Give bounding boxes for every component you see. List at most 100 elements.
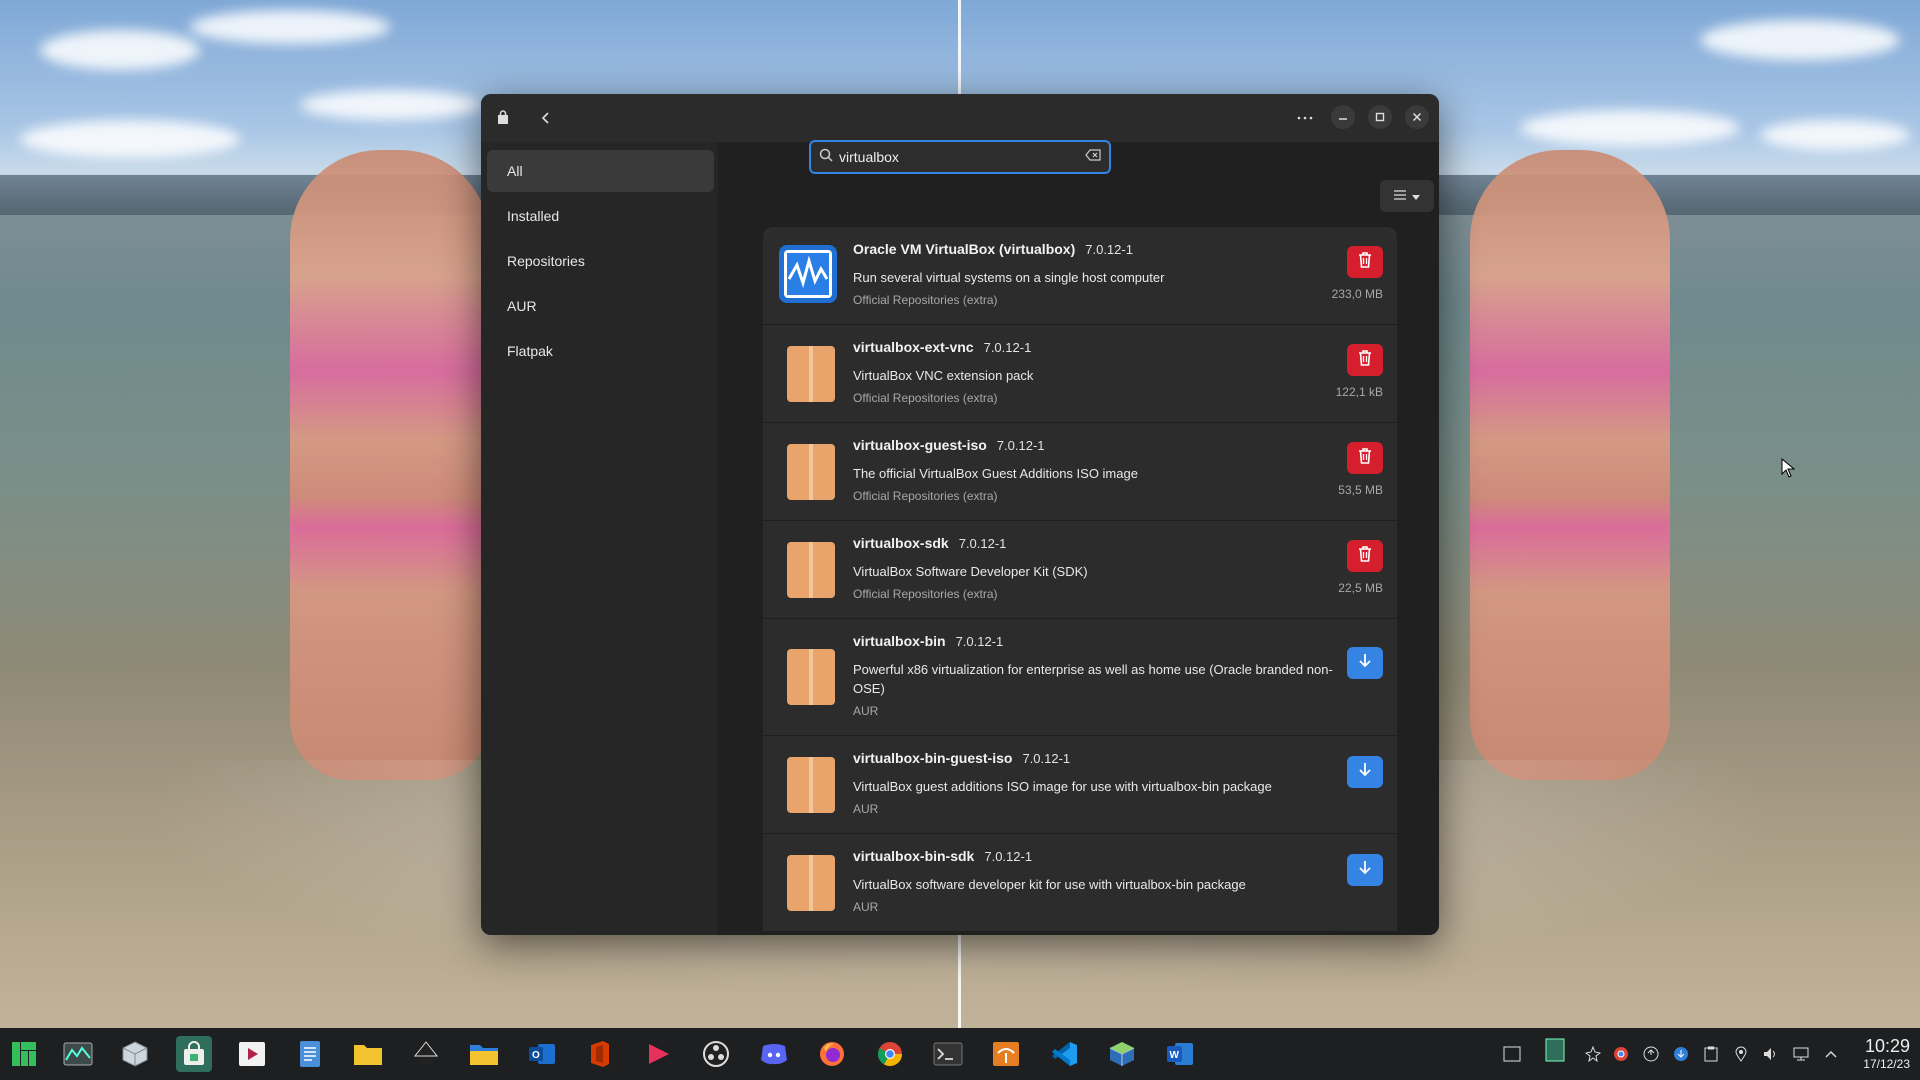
volume-icon[interactable] xyxy=(1761,1044,1781,1064)
search-field[interactable] xyxy=(809,140,1111,174)
titlebar xyxy=(481,94,1439,142)
install-button[interactable] xyxy=(1347,647,1383,679)
discord-icon[interactable] xyxy=(756,1036,792,1072)
files-icon[interactable] xyxy=(466,1036,502,1072)
download-icon xyxy=(1358,653,1372,674)
package-repo: Official Repositories (extra) xyxy=(853,293,998,307)
network-icon[interactable] xyxy=(1791,1044,1811,1064)
show-desktop-icon[interactable] xyxy=(1502,1044,1522,1064)
vpn-icon[interactable] xyxy=(1641,1044,1661,1064)
package-icon xyxy=(785,442,837,502)
text-editor-icon[interactable] xyxy=(292,1036,328,1072)
software-store-icon[interactable] xyxy=(176,1036,212,1072)
package-size: 233,0 MB xyxy=(1331,287,1383,301)
remove-button[interactable] xyxy=(1347,540,1383,572)
package-description: Powerful x86 virtualization for enterpri… xyxy=(853,662,1333,696)
search-input[interactable] xyxy=(839,149,1085,165)
package-version: 7.0.12-1 xyxy=(1085,242,1133,257)
office-icon[interactable] xyxy=(582,1036,618,1072)
trash-icon xyxy=(1358,349,1372,371)
sidebar-item-flatpak[interactable]: Flatpak xyxy=(487,330,714,372)
package-icon[interactable] xyxy=(117,1036,153,1072)
notification-icon[interactable] xyxy=(1583,1044,1603,1064)
remove-button[interactable] xyxy=(1347,344,1383,376)
chrome-tray-icon[interactable] xyxy=(1611,1044,1631,1064)
package-version: 7.0.12-1 xyxy=(983,340,1032,355)
taskbar: O W 10:29 17/12/23 xyxy=(0,1028,1920,1080)
package-description: The official VirtualBox Guest Additions … xyxy=(853,466,1138,481)
list-item[interactable]: virtualbox-ext-vnc 7.0.12-1 VirtualBox VN… xyxy=(763,325,1397,423)
remove-button[interactable] xyxy=(1347,246,1383,278)
package-name: virtualbox-guest-iso 7.0.12-1 xyxy=(853,437,1045,453)
sidebar-item-aur[interactable]: AUR xyxy=(487,285,714,327)
package-repo: Official Repositories (extra) xyxy=(853,489,998,503)
list-item[interactable]: virtualbox-bin-guest-iso 7.0.12-1 Virtual… xyxy=(763,736,1397,834)
package-icon xyxy=(785,344,837,404)
package-description: VirtualBox guest additions ISO image for… xyxy=(853,779,1272,794)
media-player-icon[interactable] xyxy=(640,1036,676,1072)
package-size: 22,5 MB xyxy=(1338,581,1383,595)
obs-icon[interactable] xyxy=(698,1036,734,1072)
list-item[interactable]: virtualbox-bin 7.0.12-1 Powerful x86 virt… xyxy=(763,619,1397,736)
remove-button[interactable] xyxy=(1347,442,1383,474)
package-name: virtualbox-sdk 7.0.12-1 xyxy=(853,535,1007,551)
svg-text:O: O xyxy=(532,1050,540,1061)
list-item[interactable]: virtualbox-guest-iso 7.0.12-1 The officia… xyxy=(763,423,1397,521)
more-icon[interactable] xyxy=(1293,106,1317,130)
package-version: 7.0.12-1 xyxy=(984,849,1033,864)
firefox-icon[interactable] xyxy=(814,1036,850,1072)
video-player-icon[interactable] xyxy=(234,1036,270,1072)
system-monitor-icon[interactable] xyxy=(60,1036,96,1072)
list-item[interactable]: virtualbox-bin-sdk 7.0.12-1 VirtualBox so… xyxy=(763,834,1397,932)
maximize-icon[interactable] xyxy=(1368,105,1392,129)
updates-icon[interactable] xyxy=(1671,1044,1691,1064)
package-version: 7.0.12-1 xyxy=(996,438,1045,453)
package-description: VirtualBox Software Developer Kit (SDK) xyxy=(853,564,1088,579)
terminal-icon[interactable] xyxy=(930,1036,966,1072)
package-name: virtualbox-bin-guest-iso 7.0.12-1 xyxy=(853,750,1071,766)
file-manager-icon[interactable] xyxy=(350,1036,386,1072)
view-mode-button[interactable] xyxy=(1380,180,1434,212)
virtualbox-icon[interactable] xyxy=(1104,1036,1140,1072)
word-icon[interactable]: W xyxy=(1162,1036,1198,1072)
package-repo: AUR xyxy=(853,900,879,914)
download-icon xyxy=(1358,860,1372,881)
package-name: virtualbox-ext-vnc 7.0.12-1 xyxy=(853,339,1032,355)
archive-icon[interactable] xyxy=(988,1036,1024,1072)
vscode-icon[interactable] xyxy=(1046,1036,1082,1072)
back-arrow-icon[interactable] xyxy=(534,106,558,130)
clock[interactable]: 10:29 17/12/23 xyxy=(1863,1036,1910,1071)
workspace-icon[interactable] xyxy=(1545,1038,1565,1062)
package-description: VirtualBox software developer kit for us… xyxy=(853,877,1246,892)
list-item[interactable]: virtualbox-sdk 7.0.12-1 VirtualBox Softwa… xyxy=(763,521,1397,619)
package-version: 7.0.12-1 xyxy=(958,536,1007,551)
sidebar-item-label: AUR xyxy=(507,298,537,314)
package-name: Oracle VM VirtualBox (virtualbox) 7.0.12-… xyxy=(853,241,1133,257)
install-button[interactable] xyxy=(1347,756,1383,788)
location-icon[interactable] xyxy=(1731,1044,1751,1064)
sidebar-item-all[interactable]: All xyxy=(487,150,714,192)
list-item[interactable]: Oracle VM VirtualBox (virtualbox) 7.0.12-… xyxy=(763,227,1397,325)
chevron-up-icon[interactable] xyxy=(1821,1044,1841,1064)
trash-icon xyxy=(1358,251,1372,273)
inkscape-icon[interactable] xyxy=(408,1036,444,1072)
chrome-icon[interactable] xyxy=(872,1036,908,1072)
bag-icon xyxy=(491,106,515,130)
sidebar-item-repositories[interactable]: Repositories xyxy=(487,240,714,282)
minimize-icon[interactable] xyxy=(1331,105,1355,129)
clear-search-icon[interactable] xyxy=(1085,148,1101,166)
manjaro-menu-icon[interactable] xyxy=(6,1036,42,1072)
outlook-icon[interactable]: O xyxy=(524,1036,560,1072)
close-icon[interactable] xyxy=(1405,105,1429,129)
clipboard-icon[interactable] xyxy=(1701,1044,1721,1064)
virtualbox-logo-icon xyxy=(777,243,839,305)
chevron-down-icon xyxy=(1412,187,1420,205)
package-repo: Official Repositories (extra) xyxy=(853,391,998,405)
svg-text:W: W xyxy=(1170,1050,1180,1061)
install-button[interactable] xyxy=(1347,854,1383,886)
package-repo: AUR xyxy=(853,704,879,718)
sidebar-item-installed[interactable]: Installed xyxy=(487,195,714,237)
package-version: 7.0.12-1 xyxy=(1022,751,1071,766)
sidebar-item-label: Repositories xyxy=(507,253,585,269)
package-version: 7.0.12-1 xyxy=(955,634,1004,649)
